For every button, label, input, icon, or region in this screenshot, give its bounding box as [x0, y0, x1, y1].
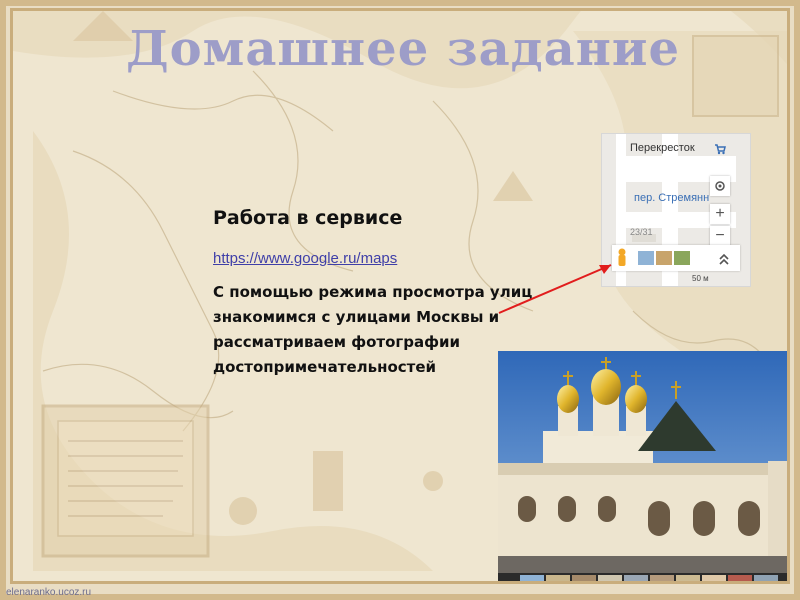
zoom-out-button[interactable]: − [710, 226, 730, 246]
church-street-view-photo [498, 351, 787, 581]
slide-content: Домашнее задание Работа в сервисе https:… [10, 8, 790, 584]
footer-site-credit: elenaranko.ucoz.ru [6, 587, 92, 598]
section-heading: Работа в сервисе [213, 207, 403, 229]
street-view-thumbnails [618, 248, 729, 266]
slide-title: Домашнее задание [125, 21, 681, 77]
street-view-strip [612, 245, 740, 271]
street-label: пер. Стремянн [634, 192, 710, 204]
slide: Домашнее задание Работа в сервисе https:… [0, 0, 800, 600]
shopping-cart-icon [715, 144, 726, 155]
google-maps-link[interactable]: https://www.google.ru/maps [213, 250, 397, 267]
pointer-arrow [498, 264, 612, 314]
store-label: Перекресток [630, 142, 695, 154]
map-scale: 50 м [692, 274, 709, 283]
zoom-in-button[interactable]: + [710, 204, 730, 224]
map-screenshot: Перекресток пер. Стремянн 23/31 + − 50 м [601, 133, 751, 287]
target-icon[interactable] [710, 176, 730, 196]
church-illustration [498, 351, 787, 581]
building-number-label: 23/31 [630, 227, 653, 237]
